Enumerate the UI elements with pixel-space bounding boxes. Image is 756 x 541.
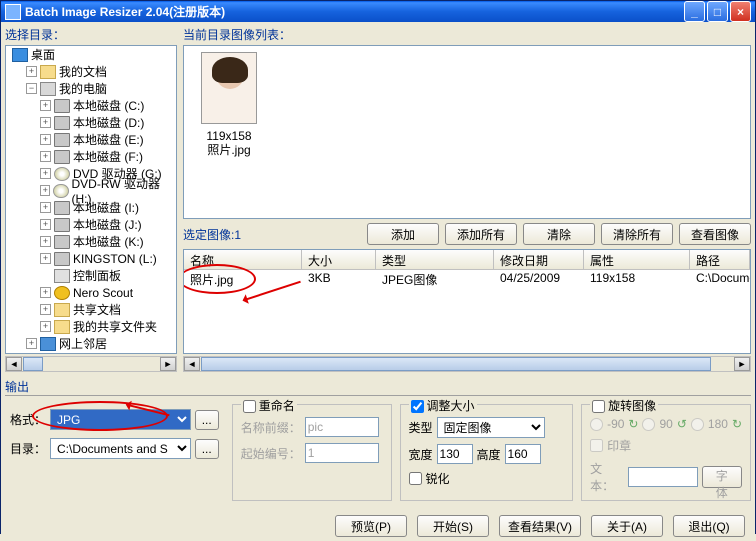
rename-checkbox[interactable] [243, 400, 256, 413]
startnum-input [305, 443, 379, 463]
view-image-button[interactable]: 查看图像 [679, 223, 751, 245]
add-button[interactable]: 添加 [367, 223, 439, 245]
tree-recycle[interactable]: 回收站 [6, 352, 176, 354]
dir-label: 目录： [10, 440, 46, 457]
tree-drive-k[interactable]: +本地磁盘 (K:) [6, 233, 176, 250]
app-icon [5, 4, 21, 20]
font-button: 字体 [702, 466, 742, 488]
file-list[interactable]: 名称 大小 类型 修改日期 属性 路径 照片.jpg 3KB JPEG图像 04… [183, 249, 751, 354]
add-all-button[interactable]: 添加所有 [445, 223, 517, 245]
rotate-checkbox[interactable] [592, 400, 605, 413]
tree-drive-h[interactable]: +DVD-RW 驱动器 (H:) [6, 182, 176, 199]
selected-count: 选定图像:1 [183, 226, 361, 243]
height-input[interactable] [505, 444, 541, 464]
tree-drive-e[interactable]: +本地磁盘 (E:) [6, 131, 176, 148]
tree-mypc[interactable]: −我的电脑 [6, 80, 176, 97]
tree-drive-l[interactable]: +KINGSTON (L:) [6, 250, 176, 267]
tree-nero[interactable]: +Nero Scout [6, 284, 176, 301]
col-path[interactable]: 路径 [690, 250, 750, 269]
sharpen-checkbox[interactable] [409, 472, 422, 485]
directory-tree[interactable]: 桌面 +我的文档 −我的电脑 +本地磁盘 (C:) +本地磁盘 (D:) +本地… [5, 45, 177, 354]
tree-drive-f[interactable]: +本地磁盘 (F:) [6, 148, 176, 165]
tree-drive-c[interactable]: +本地磁盘 (C:) [6, 97, 176, 114]
width-input[interactable] [437, 444, 473, 464]
table-row[interactable]: 照片.jpg 3KB JPEG图像 04/25/2009 119x158 C:\… [184, 270, 750, 287]
col-attr[interactable]: 属性 [584, 250, 690, 269]
tree-desktop[interactable]: 桌面 [6, 46, 176, 63]
rot-p180 [691, 418, 704, 431]
thumb-image [201, 52, 257, 124]
output-label: 输出 [5, 378, 751, 396]
tree-drive-d[interactable]: +本地磁盘 (D:) [6, 114, 176, 131]
dir-select[interactable]: C:\Documents and S [50, 438, 191, 459]
col-type[interactable]: 类型 [376, 250, 494, 269]
tree-hscroll[interactable]: ◄► [5, 356, 177, 372]
maximize-button[interactable]: □ [707, 1, 728, 22]
col-date[interactable]: 修改日期 [494, 250, 584, 269]
tree-myshare[interactable]: +我的共享文件夹 [6, 318, 176, 335]
format-select[interactable]: JPG [50, 409, 191, 430]
thumbnail-area[interactable]: 119x158照片.jpg [183, 45, 751, 219]
tree-shared-docs[interactable]: +共享文档 [6, 301, 176, 318]
tree-mydocs[interactable]: +我的文档 [6, 63, 176, 80]
list-header[interactable]: 名称 大小 类型 修改日期 属性 路径 [184, 250, 750, 270]
window-title: Batch Image Resizer 2.04(注册版本) [25, 3, 684, 20]
clear-button[interactable]: 清除 [523, 223, 595, 245]
tree-drive-j[interactable]: +本地磁盘 (J:) [6, 216, 176, 233]
rotate-group: 旋转图像 -90↻ 90↺ 180↻ 印章 文本：字体 [581, 404, 751, 501]
resize-checkbox[interactable] [411, 400, 424, 413]
col-size[interactable]: 大小 [302, 250, 376, 269]
minimize-button[interactable]: _ [684, 1, 705, 22]
resize-group: 调整大小 类型固定图像 宽度 高度 锐化 [400, 404, 574, 501]
rename-group: 重命名 名称前缀： 起始编号： [232, 404, 392, 501]
thumb-list-label: 当前目录图像列表： [183, 26, 751, 43]
rot-m90 [590, 418, 603, 431]
rot-p90 [642, 418, 655, 431]
stamp-text-input [628, 467, 698, 487]
tree-control-panel[interactable]: 控制面板 [6, 267, 176, 284]
prefix-input [305, 417, 379, 437]
titlebar: Batch Image Resizer 2.04(注册版本) _ □ × [1, 1, 755, 22]
stamp-checkbox [590, 439, 603, 452]
select-dir-label: 选择目录： [5, 26, 177, 43]
list-hscroll[interactable]: ◄► [183, 356, 751, 372]
col-name[interactable]: 名称 [184, 250, 302, 269]
format-options-button[interactable]: ... [195, 410, 219, 430]
tree-network[interactable]: +网上邻居 [6, 335, 176, 352]
clear-all-button[interactable]: 清除所有 [601, 223, 673, 245]
thumbnail-item[interactable]: 119x158照片.jpg [190, 52, 268, 158]
dir-browse-button[interactable]: ... [195, 439, 219, 459]
format-label: 格式： [10, 411, 46, 428]
resize-type-select[interactable]: 固定图像 [437, 417, 545, 438]
close-button[interactable]: × [730, 1, 751, 22]
